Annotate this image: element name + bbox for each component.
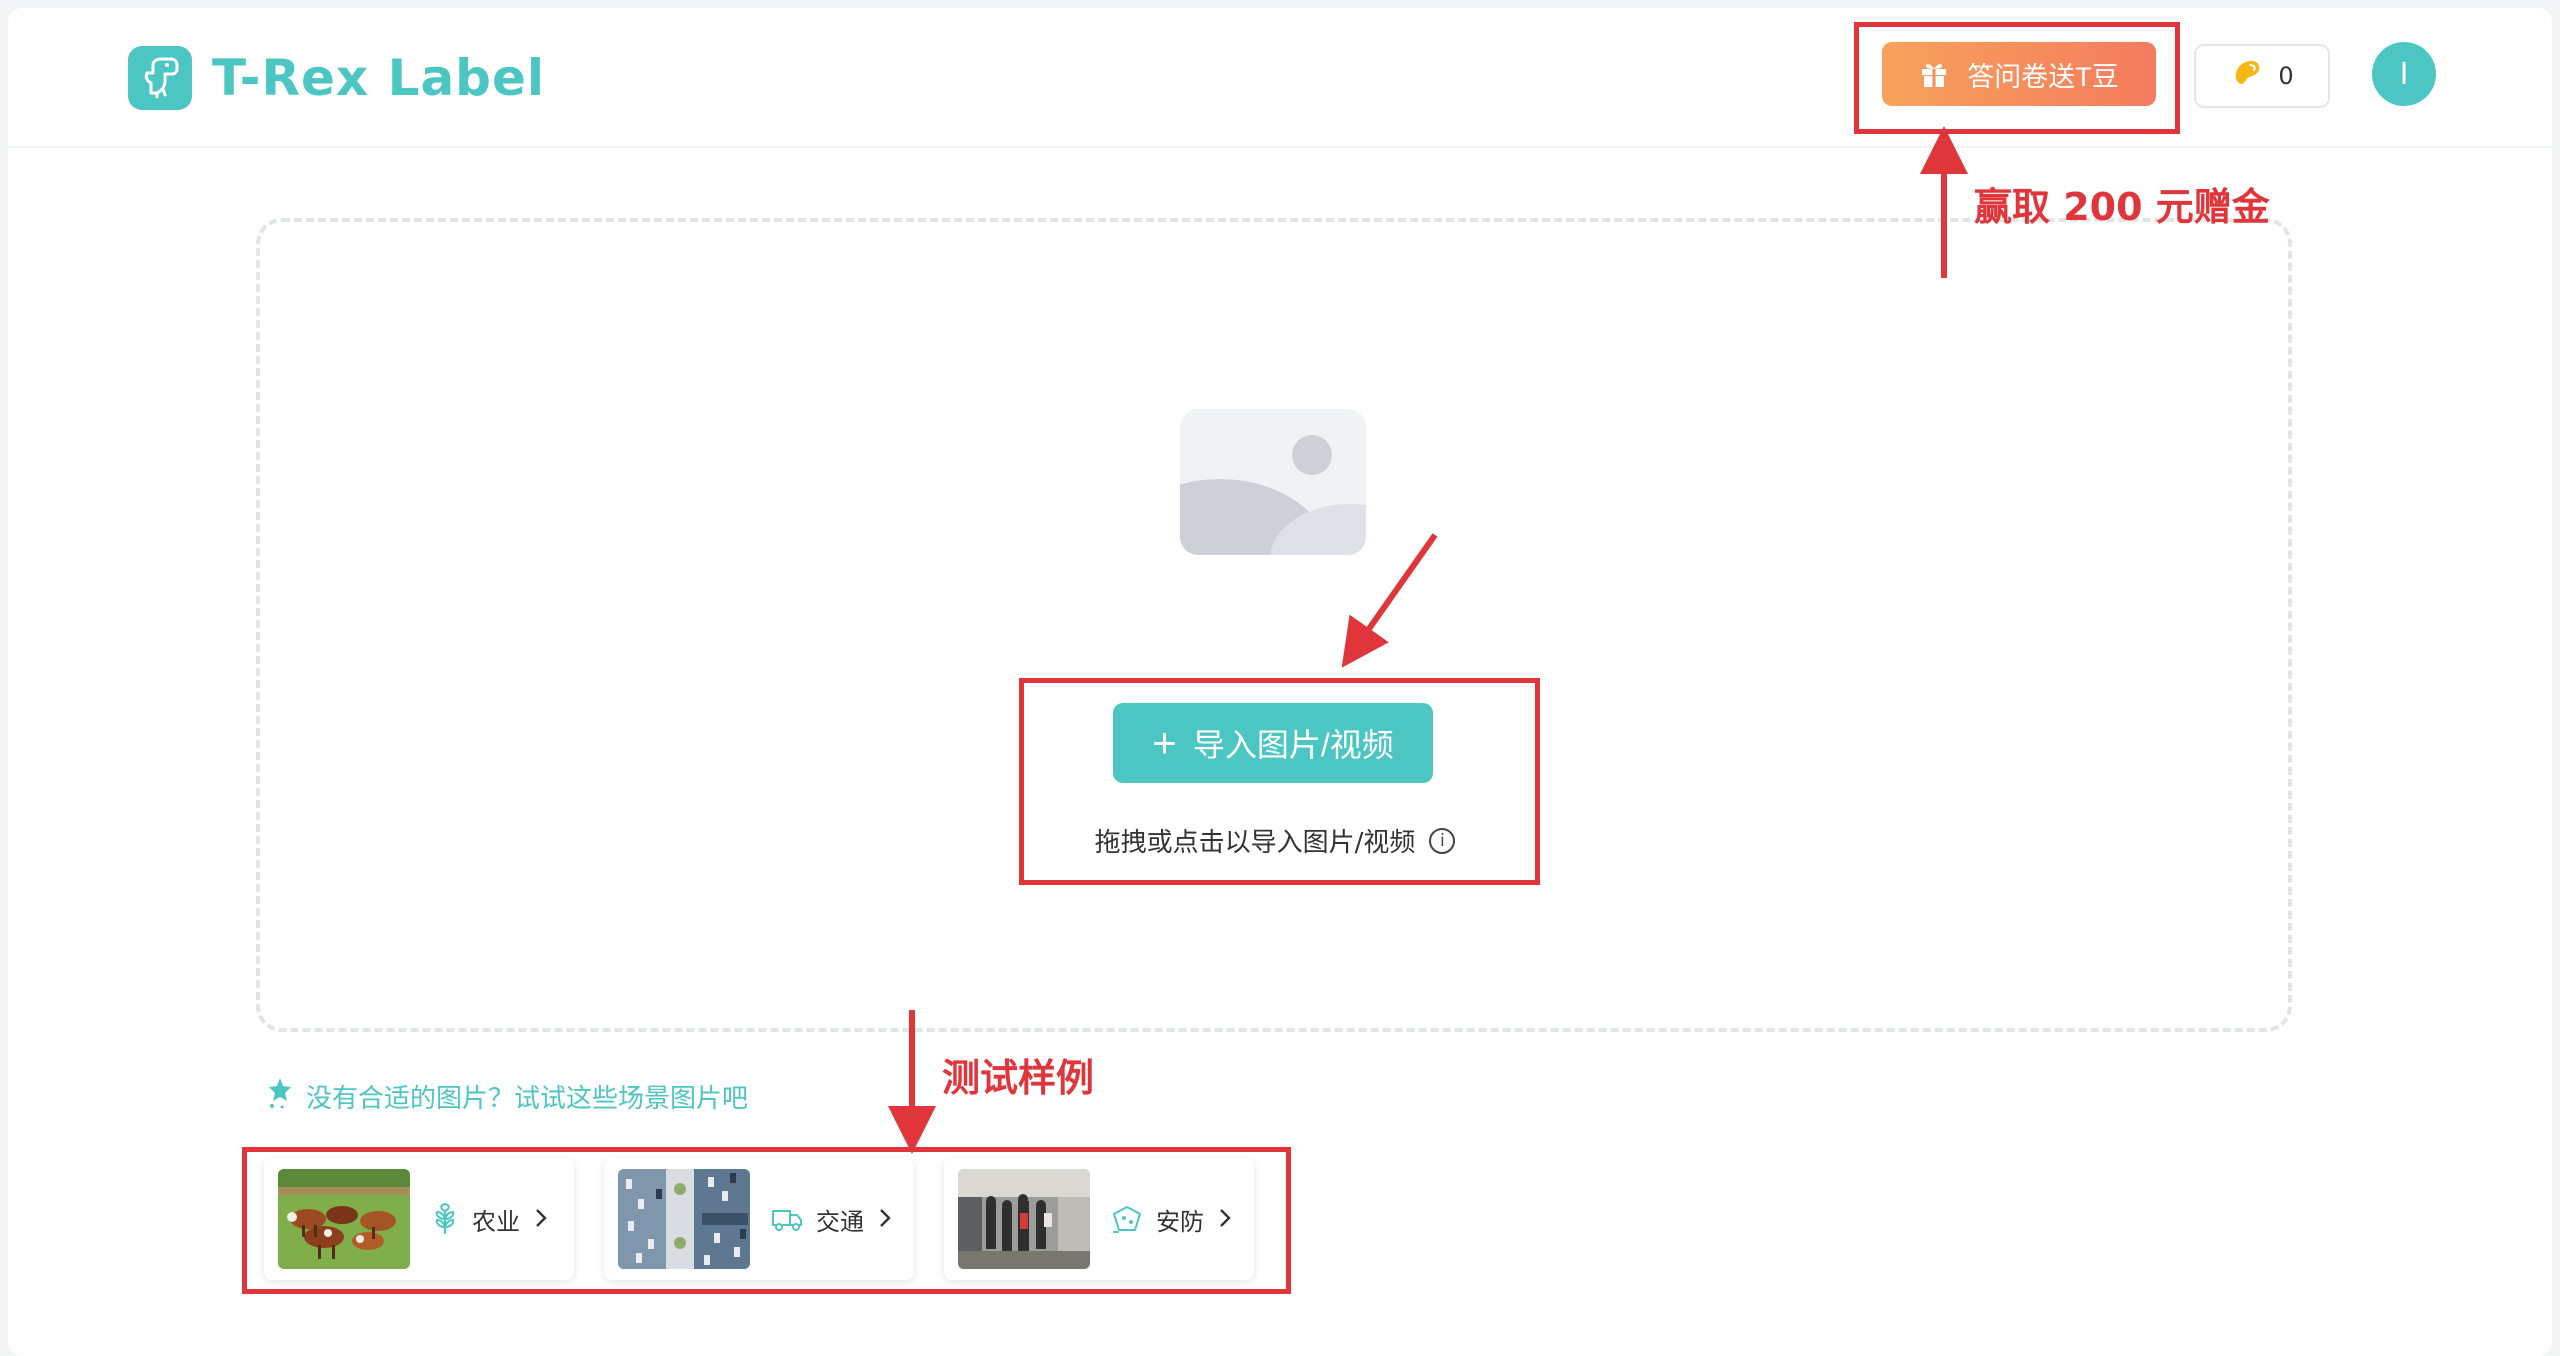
annotation-bonus: 赢取 200 元赠金	[1974, 185, 2270, 229]
arrow-to-import	[1341, 533, 1438, 668]
annotation-samples: 测试样例	[942, 1056, 1095, 1100]
